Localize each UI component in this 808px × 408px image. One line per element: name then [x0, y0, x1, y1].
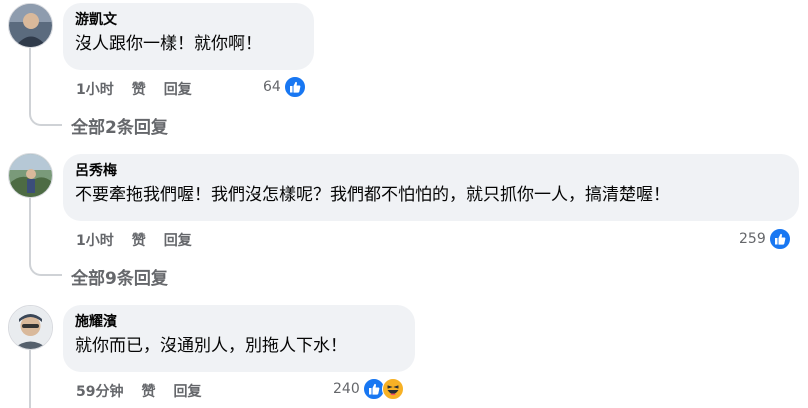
like-button[interactable]: 赞: [141, 381, 155, 401]
comment-text: 就你而已，沒通別人，別拖人下水！: [75, 336, 347, 356]
reaction-count: 259: [739, 231, 766, 247]
comment-text: 不要牽拖我們喔！我們沒怎樣呢？我們都不怕怕的，就只抓你一人，搞清楚喔！: [75, 185, 670, 205]
reaction-count: 64: [263, 79, 281, 95]
comment-author[interactable]: 呂秀梅: [75, 162, 787, 180]
thread-line: [29, 198, 31, 262]
thread-line: [42, 274, 62, 276]
comment-author[interactable]: 施耀濱: [75, 313, 403, 331]
comment-actions: 1小时 赞 回复: [76, 79, 192, 99]
reaction-count: 240: [333, 381, 360, 397]
reply-button[interactable]: 回复: [173, 381, 201, 401]
avatar[interactable]: [8, 305, 53, 350]
haha-icon: [381, 378, 404, 400]
reaction-summary[interactable]: 240: [333, 378, 404, 400]
comment-bubble: 施耀濱 就你而已，沒通別人，別拖人下水！: [63, 305, 415, 372]
avatar[interactable]: [8, 3, 53, 48]
like-button[interactable]: 赞: [132, 230, 146, 250]
like-icon: [768, 228, 791, 250]
reaction-summary[interactable]: 259: [739, 228, 791, 250]
like-button[interactable]: 赞: [132, 79, 146, 99]
like-icon: [283, 76, 306, 98]
reaction-summary[interactable]: 64: [263, 76, 306, 98]
comment-bubble: 游凱文 沒人跟你一樣！就你啊！: [63, 3, 314, 70]
thread-line-curve: [29, 112, 43, 126]
avatar-image: [9, 154, 52, 197]
reply-button[interactable]: 回复: [164, 79, 192, 99]
thread-line: [29, 48, 31, 112]
view-replies-link[interactable]: 全部2条回复: [71, 113, 168, 138]
comment-bubble: 呂秀梅 不要牽拖我們喔！我們沒怎樣呢？我們都不怕怕的，就只抓你一人，搞清楚喔！: [63, 154, 799, 221]
reply-button[interactable]: 回复: [164, 230, 192, 250]
thread-line: [42, 124, 62, 126]
comment-actions: 1小时 赞 回复: [76, 230, 192, 250]
thread-line: [29, 350, 31, 408]
view-replies-link[interactable]: 全部9条回复: [71, 264, 168, 289]
comment-timestamp[interactable]: 1小时: [76, 79, 114, 99]
comment-text: 沒人跟你一樣！就你啊！: [75, 34, 262, 54]
comment-timestamp[interactable]: 59分钟: [76, 381, 123, 401]
avatar-image: [9, 4, 52, 47]
avatar-image: [9, 306, 52, 349]
avatar[interactable]: [8, 153, 53, 198]
comment-actions: 59分钟 赞 回复: [76, 381, 201, 401]
comment-timestamp[interactable]: 1小时: [76, 230, 114, 250]
thread-line-curve: [29, 262, 43, 276]
comment-author[interactable]: 游凱文: [75, 11, 302, 29]
